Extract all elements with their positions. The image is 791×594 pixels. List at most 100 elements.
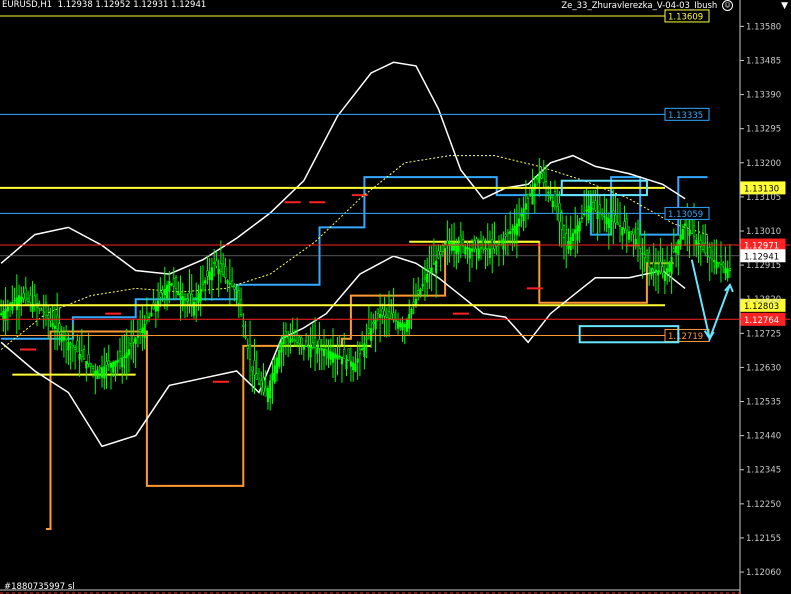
candle-body-117 bbox=[262, 377, 265, 393]
candle-body-289 bbox=[648, 252, 651, 268]
expert-smiley-icon[interactable]: ☺ bbox=[722, 0, 733, 11]
candle-body-19 bbox=[42, 311, 45, 314]
candle-body-81 bbox=[181, 296, 184, 305]
candle-body-180 bbox=[403, 324, 406, 328]
candle-body-191 bbox=[428, 268, 431, 272]
candle-body-220 bbox=[493, 244, 496, 250]
candle-body-24 bbox=[53, 325, 57, 329]
candle-body-183 bbox=[410, 308, 413, 315]
candle-body-2 bbox=[4, 308, 7, 321]
candle-body-146 bbox=[327, 350, 330, 359]
candle-body-272 bbox=[609, 218, 613, 221]
candle-body-227 bbox=[509, 231, 512, 235]
candle-body-293 bbox=[657, 270, 660, 276]
candle-body-129 bbox=[289, 338, 292, 344]
candle-body-308 bbox=[690, 219, 693, 234]
candle-body-42 bbox=[94, 370, 97, 375]
y-tick-label-0: 1.13580 bbox=[746, 22, 781, 32]
candle-body-285 bbox=[639, 234, 642, 249]
candle-body-304 bbox=[681, 229, 684, 240]
candle-body-239 bbox=[535, 177, 539, 180]
candle-body-149 bbox=[334, 353, 337, 359]
candle-body-284 bbox=[636, 228, 640, 245]
y-tick-label-4: 1.13200 bbox=[746, 159, 781, 169]
candle-body-164 bbox=[367, 328, 370, 334]
step-channels bbox=[1, 176, 708, 530]
candle-body-321 bbox=[719, 255, 723, 266]
candle-body-257 bbox=[576, 225, 579, 241]
candle-body-317 bbox=[710, 251, 714, 260]
candle-body-155 bbox=[347, 348, 350, 361]
candle-body-66 bbox=[148, 316, 151, 319]
candle-body-276 bbox=[618, 225, 622, 227]
candle-body-188 bbox=[421, 283, 424, 287]
candle-body-40 bbox=[89, 363, 92, 367]
scroll-down-icon[interactable]: ▼ bbox=[781, 1, 788, 11]
candle-body-5 bbox=[11, 302, 14, 311]
candle-body-13 bbox=[29, 295, 32, 304]
candle-body-322 bbox=[722, 262, 725, 267]
candle-body-229 bbox=[513, 226, 516, 234]
candle-body-192 bbox=[430, 267, 433, 274]
candle-body-72 bbox=[161, 289, 164, 294]
candle-body-298 bbox=[668, 262, 671, 272]
candle-body-179 bbox=[401, 323, 404, 331]
candle-body-270 bbox=[605, 217, 608, 224]
candle-body-248 bbox=[556, 206, 559, 215]
candle-body-125 bbox=[280, 342, 283, 353]
candle-body-259 bbox=[580, 217, 584, 220]
candle-body-100 bbox=[224, 266, 227, 278]
candle-body-136 bbox=[304, 340, 308, 347]
candle-body-80 bbox=[179, 293, 182, 300]
candle-body-231 bbox=[518, 218, 521, 227]
candle-body-255 bbox=[571, 233, 575, 241]
candle-body-268 bbox=[600, 213, 604, 216]
candle-body-287 bbox=[643, 254, 646, 258]
candle-body-62 bbox=[139, 329, 142, 332]
candle-body-46 bbox=[103, 366, 106, 379]
candle-body-35 bbox=[78, 353, 81, 360]
y-tick-label-8: 1.12820 bbox=[746, 295, 781, 305]
candle-body-277 bbox=[621, 227, 624, 236]
candle-body-76 bbox=[170, 283, 173, 286]
candle-body-207 bbox=[464, 246, 467, 255]
candle-body-0 bbox=[0, 313, 3, 315]
candle-body-224 bbox=[502, 238, 505, 250]
candle-body-216 bbox=[484, 248, 487, 251]
candle-body-96 bbox=[215, 260, 218, 267]
candle-body-264 bbox=[592, 201, 595, 210]
candle-body-119 bbox=[266, 388, 270, 402]
candle-body-79 bbox=[177, 291, 180, 296]
level-label-7: 1.12719 bbox=[668, 332, 703, 342]
candle-body-279 bbox=[625, 218, 628, 231]
middle-band bbox=[0, 155, 708, 350]
candle-body-291 bbox=[652, 261, 655, 270]
candle-body-205 bbox=[459, 235, 462, 246]
candle-body-185 bbox=[414, 298, 418, 305]
candle-body-48 bbox=[107, 360, 110, 365]
candle-body-106 bbox=[237, 290, 240, 304]
candle-body-288 bbox=[645, 249, 649, 263]
symbol-label: EURUSD,H1 bbox=[2, 0, 53, 10]
level-label-3: 1.13059 bbox=[668, 210, 703, 220]
y-tick-label-15: 1.12155 bbox=[746, 534, 781, 544]
lower-band bbox=[0, 255, 686, 448]
candle-body-258 bbox=[578, 221, 581, 232]
y-tick-label-3: 1.13295 bbox=[746, 125, 781, 135]
candle-body-247 bbox=[553, 191, 557, 207]
candle-body-230 bbox=[515, 223, 518, 236]
candle-body-261 bbox=[585, 209, 588, 212]
candle-body-282 bbox=[632, 228, 635, 235]
candle-body-109 bbox=[244, 336, 247, 338]
candle-body-78 bbox=[174, 277, 178, 290]
price-chart[interactable]: 1.136091.133351.131301.130591.129711.128… bbox=[0, 0, 791, 594]
candle-body-246 bbox=[551, 200, 554, 208]
candle-body-113 bbox=[253, 360, 256, 376]
y-tick-label-6: 1.13010 bbox=[746, 227, 781, 237]
candle-body-15 bbox=[33, 295, 36, 306]
candle-body-171 bbox=[383, 310, 386, 317]
upper-band bbox=[0, 61, 686, 275]
candle-body-90 bbox=[201, 282, 205, 286]
candle-body-204 bbox=[457, 244, 460, 253]
candle-body-45 bbox=[100, 367, 104, 378]
